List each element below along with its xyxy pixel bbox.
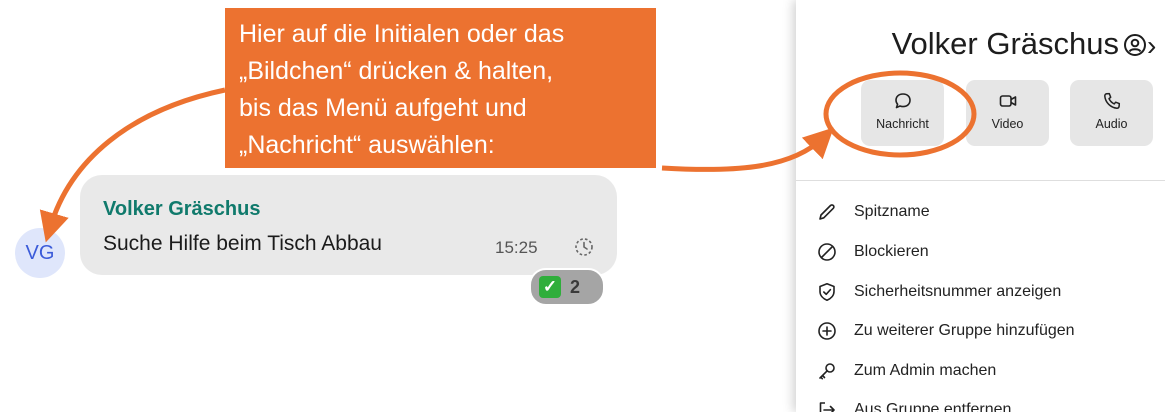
phone-icon [1103,92,1120,109]
video-camera-icon [999,95,1016,107]
menu-item-sicherheitsnummer[interactable]: Sicherheitsnummer anzeigen [816,277,1061,307]
contact-name-title: Volker Gräschus [891,26,1119,61]
menu-item-admin[interactable]: Zum Admin machen [816,356,996,386]
audio-button[interactable]: Audio [1070,80,1153,146]
message-button-label: Nachricht [876,117,929,131]
video-button-label: Video [991,117,1024,131]
key-icon [819,363,835,380]
menu-item-blockieren[interactable]: Blockieren [816,237,929,267]
menu-item-gruppe-hinzufuegen[interactable]: Zu weiterer Gruppe hinzufügen [816,316,1075,346]
leave-group-icon [819,402,835,412]
video-button[interactable]: Video [966,80,1049,146]
message-time: 15:25 [495,238,538,257]
panel-divider [796,180,1165,181]
screenshot-canvas: VG Volker Gräschus Suche Hilfe beim Tisc… [0,0,1165,412]
menu-item-label: Zum Admin machen [854,362,997,379]
menu-item-label: Aus Gruppe entfernen [854,401,1012,412]
message-bubble[interactable]: Volker Gräschus Suche Hilfe beim Tisch A… [80,175,617,275]
avatar[interactable]: VG [15,228,65,278]
pending-clock-icon [575,238,593,256]
pencil-icon [819,204,835,220]
annotation-line: „Nachricht“ auswählen: [239,131,495,159]
message-sender[interactable]: Volker Gräschus [103,198,260,221]
menu-item-label: Spitzname [854,203,930,220]
message-button[interactable]: Nachricht [861,80,944,146]
plus-circle-icon [818,322,836,340]
audio-button-label: Audio [1095,117,1128,131]
contact-details-panel: Volker Gräschus › Nachricht Video Audio [796,0,1165,412]
message-text: Suche Hilfe beim Tisch Abbau [103,232,382,255]
reaction-badge[interactable]: ✓ 2 [529,268,605,306]
annotation-callout: Hier auf die Initialen oder das „Bildche… [225,8,656,168]
message-bubble-icon [894,93,911,109]
user-circle-icon[interactable] [1123,33,1147,57]
chevron-right-icon[interactable]: › [1147,32,1156,60]
menu-item-label: Blockieren [854,243,929,260]
shield-check-icon [819,283,835,301]
annotation-line: Hier auf die Initialen oder das [239,20,565,48]
menu-item-label: Zu weiterer Gruppe hinzufügen [854,322,1075,339]
menu-item-spitzname[interactable]: Spitzname [816,197,930,227]
menu-item-label: Sicherheitsnummer anzeigen [854,283,1062,300]
annotation-line: „Bildchen“ drücken & halten, [239,57,554,85]
block-icon [818,243,836,261]
avatar-initials: VG [25,241,55,264]
menu-item-aus-gruppe-entfernen[interactable]: Aus Gruppe entfernen [816,395,1011,412]
reaction-count: 2 [570,276,581,297]
check-mark-box-icon: ✓ [539,276,561,298]
annotation-line: bis das Menü aufgeht und [239,94,527,122]
